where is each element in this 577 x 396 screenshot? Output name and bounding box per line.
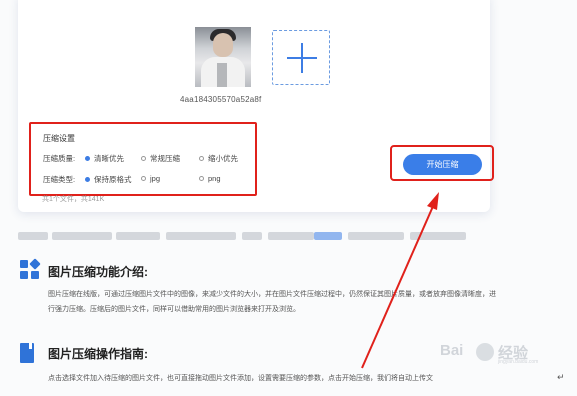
feature-intro-text: 图片压缩在线版，可通过压缩图片文件中的图像，来减少文件的大小，并在图片文件压缩过…: [48, 291, 496, 313]
quality-option-small[interactable]: 缩小优先: [199, 153, 238, 164]
thumbnail-shadow: [217, 63, 227, 87]
quality-option-clear[interactable]: 清晰优先: [85, 153, 124, 164]
image-thumbnail[interactable]: [195, 27, 251, 87]
settings-title: 压缩设置: [43, 134, 75, 143]
quality-label: 压缩质量:: [43, 154, 76, 163]
type-label: 压缩类型:: [43, 175, 76, 184]
blurred-toolbar: [18, 230, 466, 242]
add-image-button[interactable]: [272, 30, 330, 85]
radio-icon: [141, 156, 146, 162]
baidu-watermark: Bai 经验 jingyan.baidu.com: [440, 342, 539, 365]
type-option-jpg[interactable]: jpg: [141, 174, 160, 183]
start-compress-button[interactable]: 开始压缩: [403, 154, 482, 175]
quality-option-normal[interactable]: 常规压缩: [141, 153, 180, 164]
guide-title: 图片压缩操作指南:: [48, 347, 148, 361]
type-option-png[interactable]: png: [199, 174, 221, 183]
radio-icon: [141, 176, 146, 182]
file-name: 4aa184305570a52a8f: [180, 95, 262, 104]
grid-icon: [20, 258, 41, 280]
radio-selected-icon: [85, 177, 90, 183]
compression-settings: 压缩设置 压缩质量: 清晰优先 常规压缩 缩小优先 压缩类型: 保持原格式 jp…: [29, 122, 257, 196]
book-icon: [20, 343, 34, 363]
paw-icon: [476, 343, 494, 361]
return-mark: ↵: [557, 372, 565, 382]
file-count: 共1个文件，共141K: [42, 196, 105, 203]
feature-intro-title: 图片压缩功能介绍:: [48, 265, 148, 279]
type-option-original[interactable]: 保持原格式: [85, 174, 132, 185]
radio-icon: [199, 176, 204, 182]
guide-text: 点击选择文件加入待压缩的图片文件，也可直接拖动图片文件添加，设置需要压缩的参数，…: [48, 375, 433, 382]
radio-icon: [199, 156, 204, 162]
plus-icon-bar: [287, 57, 317, 59]
radio-selected-icon: [85, 156, 90, 162]
thumbnail-face: [213, 33, 233, 57]
